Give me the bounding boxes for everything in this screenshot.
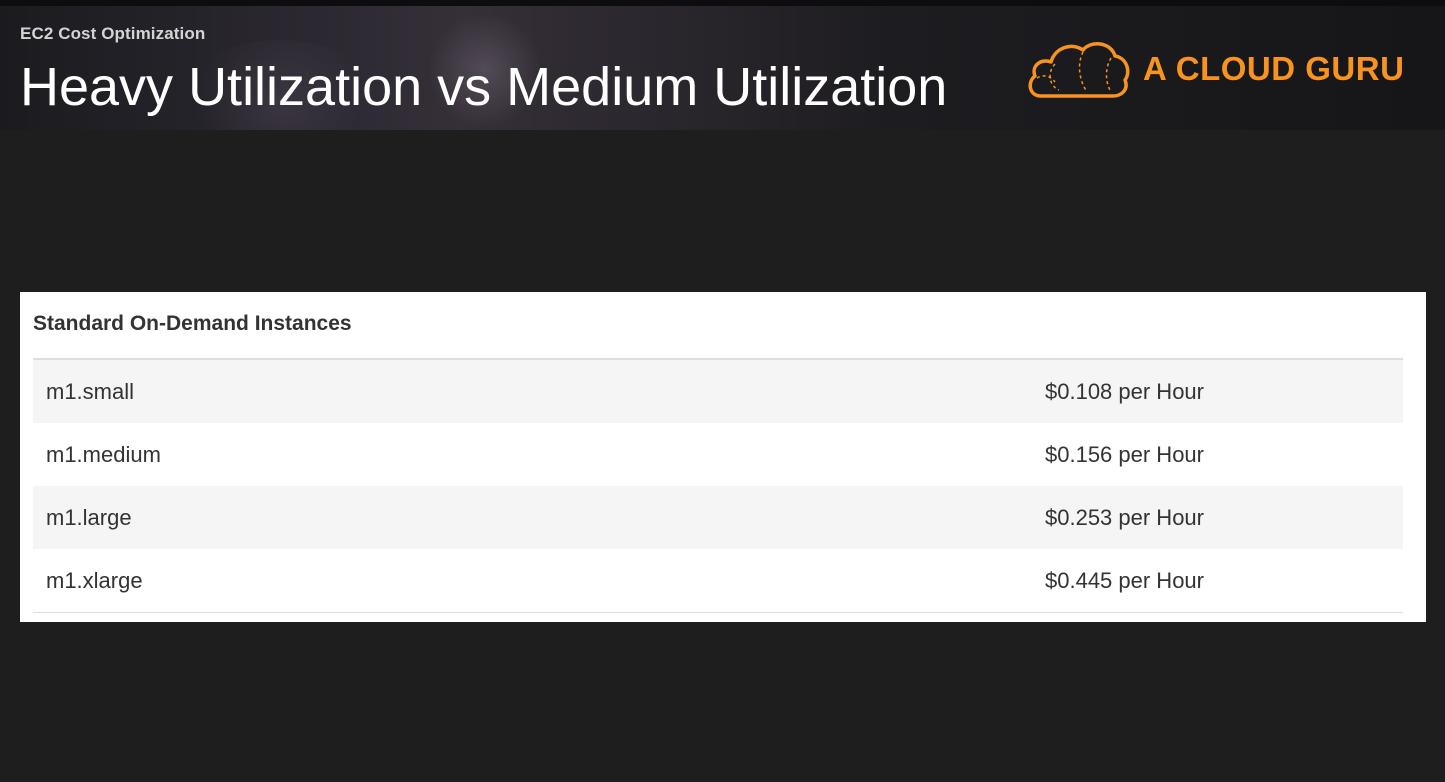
instance-price: $0.253 per Hour bbox=[1045, 505, 1204, 530]
table-row: m1.xlarge $0.445 per Hour bbox=[33, 549, 1403, 612]
instance-type: m1.xlarge bbox=[46, 568, 143, 593]
slide-subtitle: EC2 Cost Optimization bbox=[20, 24, 206, 43]
table-bottom-divider bbox=[33, 612, 1403, 613]
slide-title: Heavy Utilization vs Medium Utilization bbox=[20, 57, 948, 117]
pricing-table: m1.small $0.108 per Hour m1.medium $0.15… bbox=[33, 360, 1403, 612]
instance-price: $0.108 per Hour bbox=[1045, 379, 1204, 404]
instance-type: m1.large bbox=[46, 505, 132, 530]
cloud-icon bbox=[1028, 42, 1130, 98]
table-row: m1.large $0.253 per Hour bbox=[33, 486, 1403, 549]
instance-price: $0.445 per Hour bbox=[1045, 568, 1204, 593]
top-bar bbox=[0, 0, 1445, 6]
table-row: m1.small $0.108 per Hour bbox=[33, 360, 1403, 423]
table-title: Standard On-Demand Instances bbox=[33, 312, 352, 335]
slide: EC2 Cost Optimization Heavy Utilization … bbox=[0, 0, 1445, 782]
brand-name: A CLOUD GURU bbox=[1143, 50, 1405, 87]
pricing-table-card: Standard On-Demand Instances m1.small $0… bbox=[20, 292, 1426, 622]
header-banner: EC2 Cost Optimization Heavy Utilization … bbox=[0, 0, 1445, 130]
instance-type: m1.small bbox=[46, 379, 135, 404]
brand-logo: A CLOUD GURU bbox=[1025, 38, 1425, 100]
table-row: m1.medium $0.156 per Hour bbox=[33, 423, 1403, 486]
instance-price: $0.156 per Hour bbox=[1045, 442, 1204, 467]
instance-type: m1.medium bbox=[46, 442, 161, 467]
